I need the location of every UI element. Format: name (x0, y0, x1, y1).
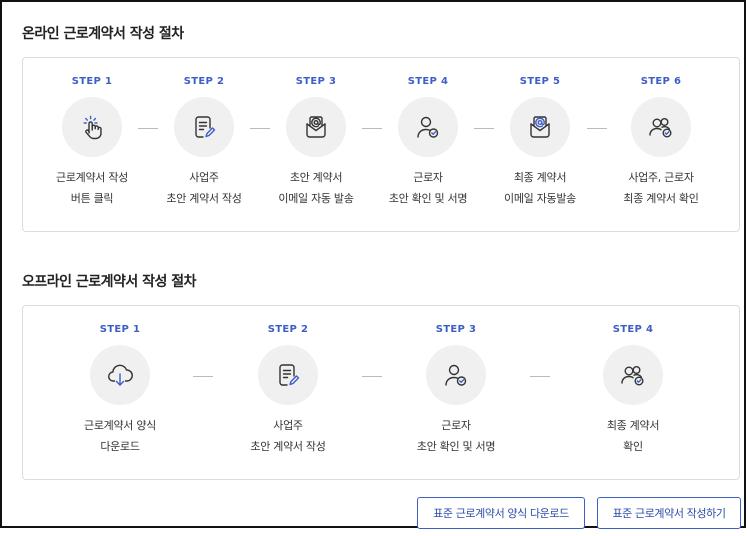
email-icon (286, 97, 346, 157)
user-check-icon (426, 345, 486, 405)
step-desc-line1: 최종 계약서 (606, 419, 660, 432)
user-check-icon (398, 97, 458, 157)
offline-step-4: STEP 4 최종 계약서 확인 (573, 324, 693, 457)
offline-step-3: STEP 3 근로자 초안 확인 및 서명 (396, 324, 516, 457)
step-desc-line2: 초안 확인 및 서명 (416, 440, 496, 453)
download-form-button[interactable]: 표준 근로계약서 양식 다운로드 (417, 497, 585, 529)
online-step-2: STEP 2 사업주 초안 계약서 작성 (144, 76, 264, 209)
step-label: STEP 1 (71, 76, 113, 87)
step-connector (193, 376, 213, 377)
step-desc-line1: 최종 계약서 (513, 171, 567, 184)
email-icon (510, 97, 570, 157)
step-desc-line1: 사업주 (189, 171, 219, 184)
step-desc-line1: 근로자 (413, 171, 443, 184)
step-desc-line2: 이메일 자동발송 (504, 192, 576, 205)
offline-step-1: STEP 1 근로계약서 양식 다운로드 (60, 324, 180, 457)
step-desc-line2: 초안 확인 및 서명 (388, 192, 468, 205)
step-desc-line2: 버튼 클릭 (70, 192, 114, 205)
step-label: STEP 2 (183, 76, 225, 87)
offline-section-title: 오프라인 근로계약서 작성 절차 (22, 274, 197, 290)
online-step-3: STEP 3 초안 계약서 이메일 자동 발송 (256, 76, 376, 209)
step-desc-line1: 초안 계약서 (289, 171, 343, 184)
step-label: STEP 1 (99, 324, 141, 335)
tap-icon (62, 97, 122, 157)
step-label: STEP 5 (519, 76, 561, 87)
step-desc-line1: 사업주, 근로자 (628, 171, 694, 184)
step-desc-line1: 사업주 (273, 419, 303, 432)
online-section-title: 온라인 근로계약서 작성 절차 (22, 26, 184, 42)
users-check-icon (631, 97, 691, 157)
step-label: STEP 4 (407, 76, 449, 87)
step-desc-line2: 확인 (623, 440, 643, 453)
step-connector (362, 376, 382, 377)
step-label: STEP 3 (435, 324, 477, 335)
step-desc-line1: 근로계약서 작성 (56, 171, 128, 184)
step-label: STEP 6 (640, 76, 682, 87)
users-check-icon (603, 345, 663, 405)
online-steps-panel: STEP 1 근로계약서 작성 버튼 클릭 STEP 2 사업주 초안 계약서 … (22, 57, 740, 232)
step-connector (530, 376, 550, 377)
step-label: STEP 2 (267, 324, 309, 335)
step-desc-line2: 초안 계약서 작성 (166, 192, 242, 205)
step-label: STEP 3 (295, 76, 337, 87)
online-step-6: STEP 6 사업주, 근로자 최종 계약서 확인 (601, 76, 721, 209)
step-desc-line2: 다운로드 (100, 440, 140, 453)
step-desc-line2: 초안 계약서 작성 (250, 440, 326, 453)
step-desc-line1: 근로계약서 양식 (84, 419, 156, 432)
step-desc-line2: 이메일 자동 발송 (278, 192, 354, 205)
online-step-1: STEP 1 근로계약서 작성 버튼 클릭 (32, 76, 152, 209)
step-desc-line2: 최종 계약서 확인 (623, 192, 699, 205)
document-edit-icon (258, 345, 318, 405)
step-label: STEP 4 (612, 324, 654, 335)
document-edit-icon (174, 97, 234, 157)
offline-steps-panel: STEP 1 근로계약서 양식 다운로드 STEP 2 사업주 초안 계약서 작… (22, 305, 740, 480)
write-contract-button[interactable]: 표준 근로계약서 작성하기 (597, 497, 741, 529)
step-desc-line1: 근로자 (441, 419, 471, 432)
online-step-5: STEP 5 최종 계약서 이메일 자동발송 (480, 76, 600, 209)
online-step-4: STEP 4 근로자 초안 확인 및 서명 (368, 76, 488, 209)
offline-step-2: STEP 2 사업주 초안 계약서 작성 (228, 324, 348, 457)
cloud-download-icon (90, 345, 150, 405)
